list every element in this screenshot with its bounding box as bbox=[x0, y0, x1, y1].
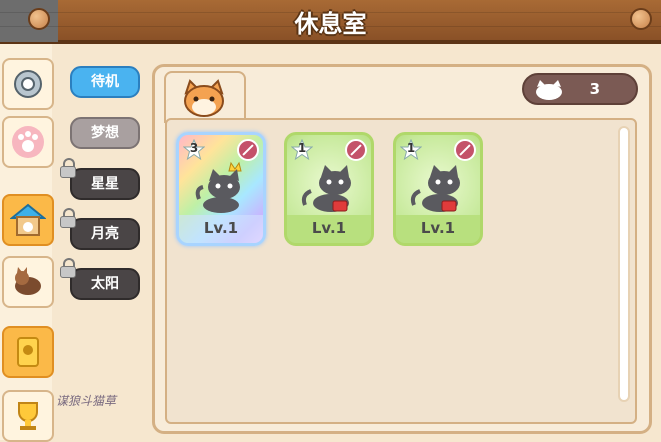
cat-card[interactable]: 1 Lv.1 bbox=[284, 132, 374, 246]
trophy-icon bbox=[18, 402, 38, 430]
cat-icon bbox=[15, 267, 41, 295]
cat-card[interactable]: 1 Lv.1 bbox=[393, 132, 483, 246]
count-badge: 3 bbox=[182, 138, 206, 161]
paw-icon bbox=[12, 126, 44, 158]
gray-cat-icon bbox=[301, 165, 351, 212]
cat-count: 3 bbox=[589, 80, 600, 98]
count-badge: 1 bbox=[399, 138, 423, 161]
card-count: 1 bbox=[297, 141, 307, 155]
count-badge: 1 bbox=[290, 138, 314, 161]
card-level: Lv.1 bbox=[179, 215, 263, 243]
rail-settings-button[interactable] bbox=[2, 58, 54, 110]
no-attack-icon bbox=[345, 139, 367, 161]
gray-cat-icon bbox=[410, 165, 460, 212]
no-attack-icon bbox=[454, 139, 476, 161]
rail-cats-button[interactable] bbox=[2, 256, 54, 308]
header-bar: 休息室 bbox=[0, 0, 661, 44]
tab-sun-label: 太阳 bbox=[91, 276, 119, 292]
card-count: 1 bbox=[406, 141, 416, 155]
no-attack-icon bbox=[237, 139, 259, 161]
orange-cat-icon bbox=[184, 79, 224, 117]
tab-moon[interactable]: 月亮 bbox=[60, 208, 140, 250]
side-rail bbox=[0, 44, 54, 442]
tab-sun[interactable]: 太阳 bbox=[60, 258, 140, 300]
cat-card[interactable]: 3 Lv.1 bbox=[176, 132, 266, 246]
cat-house-icon bbox=[10, 203, 46, 236]
lock-icon bbox=[60, 158, 76, 178]
cat-filter-tab[interactable] bbox=[164, 71, 246, 123]
tab-star-label: 星星 bbox=[91, 176, 119, 192]
cat-count-pill: 3 bbox=[522, 73, 638, 105]
watermark: 谋狼斗猫草 bbox=[56, 394, 117, 408]
crowned-cat-icon bbox=[195, 161, 242, 213]
rail-house-button[interactable] bbox=[2, 194, 54, 246]
rail-ticket-button[interactable] bbox=[2, 326, 54, 378]
card-count: 3 bbox=[189, 141, 199, 155]
ticket-icon bbox=[17, 337, 39, 367]
white-cat-icon bbox=[536, 80, 562, 100]
rail-paw-button[interactable] bbox=[2, 116, 54, 168]
lock-icon bbox=[60, 208, 76, 228]
card-level: Lv.1 bbox=[287, 215, 371, 243]
rail-trophy-button[interactable] bbox=[2, 390, 54, 442]
tab-star[interactable]: 星星 bbox=[60, 158, 140, 200]
page-title: 休息室 bbox=[294, 10, 367, 38]
card-level: Lv.1 bbox=[396, 215, 480, 243]
list-scrollbar[interactable] bbox=[618, 126, 630, 402]
tab-dream[interactable]: 梦想 bbox=[70, 117, 140, 149]
tab-standby[interactable]: 待机 bbox=[70, 66, 140, 98]
gear-icon bbox=[14, 70, 42, 98]
tab-moon-label: 月亮 bbox=[91, 226, 119, 242]
lock-icon bbox=[60, 258, 76, 278]
